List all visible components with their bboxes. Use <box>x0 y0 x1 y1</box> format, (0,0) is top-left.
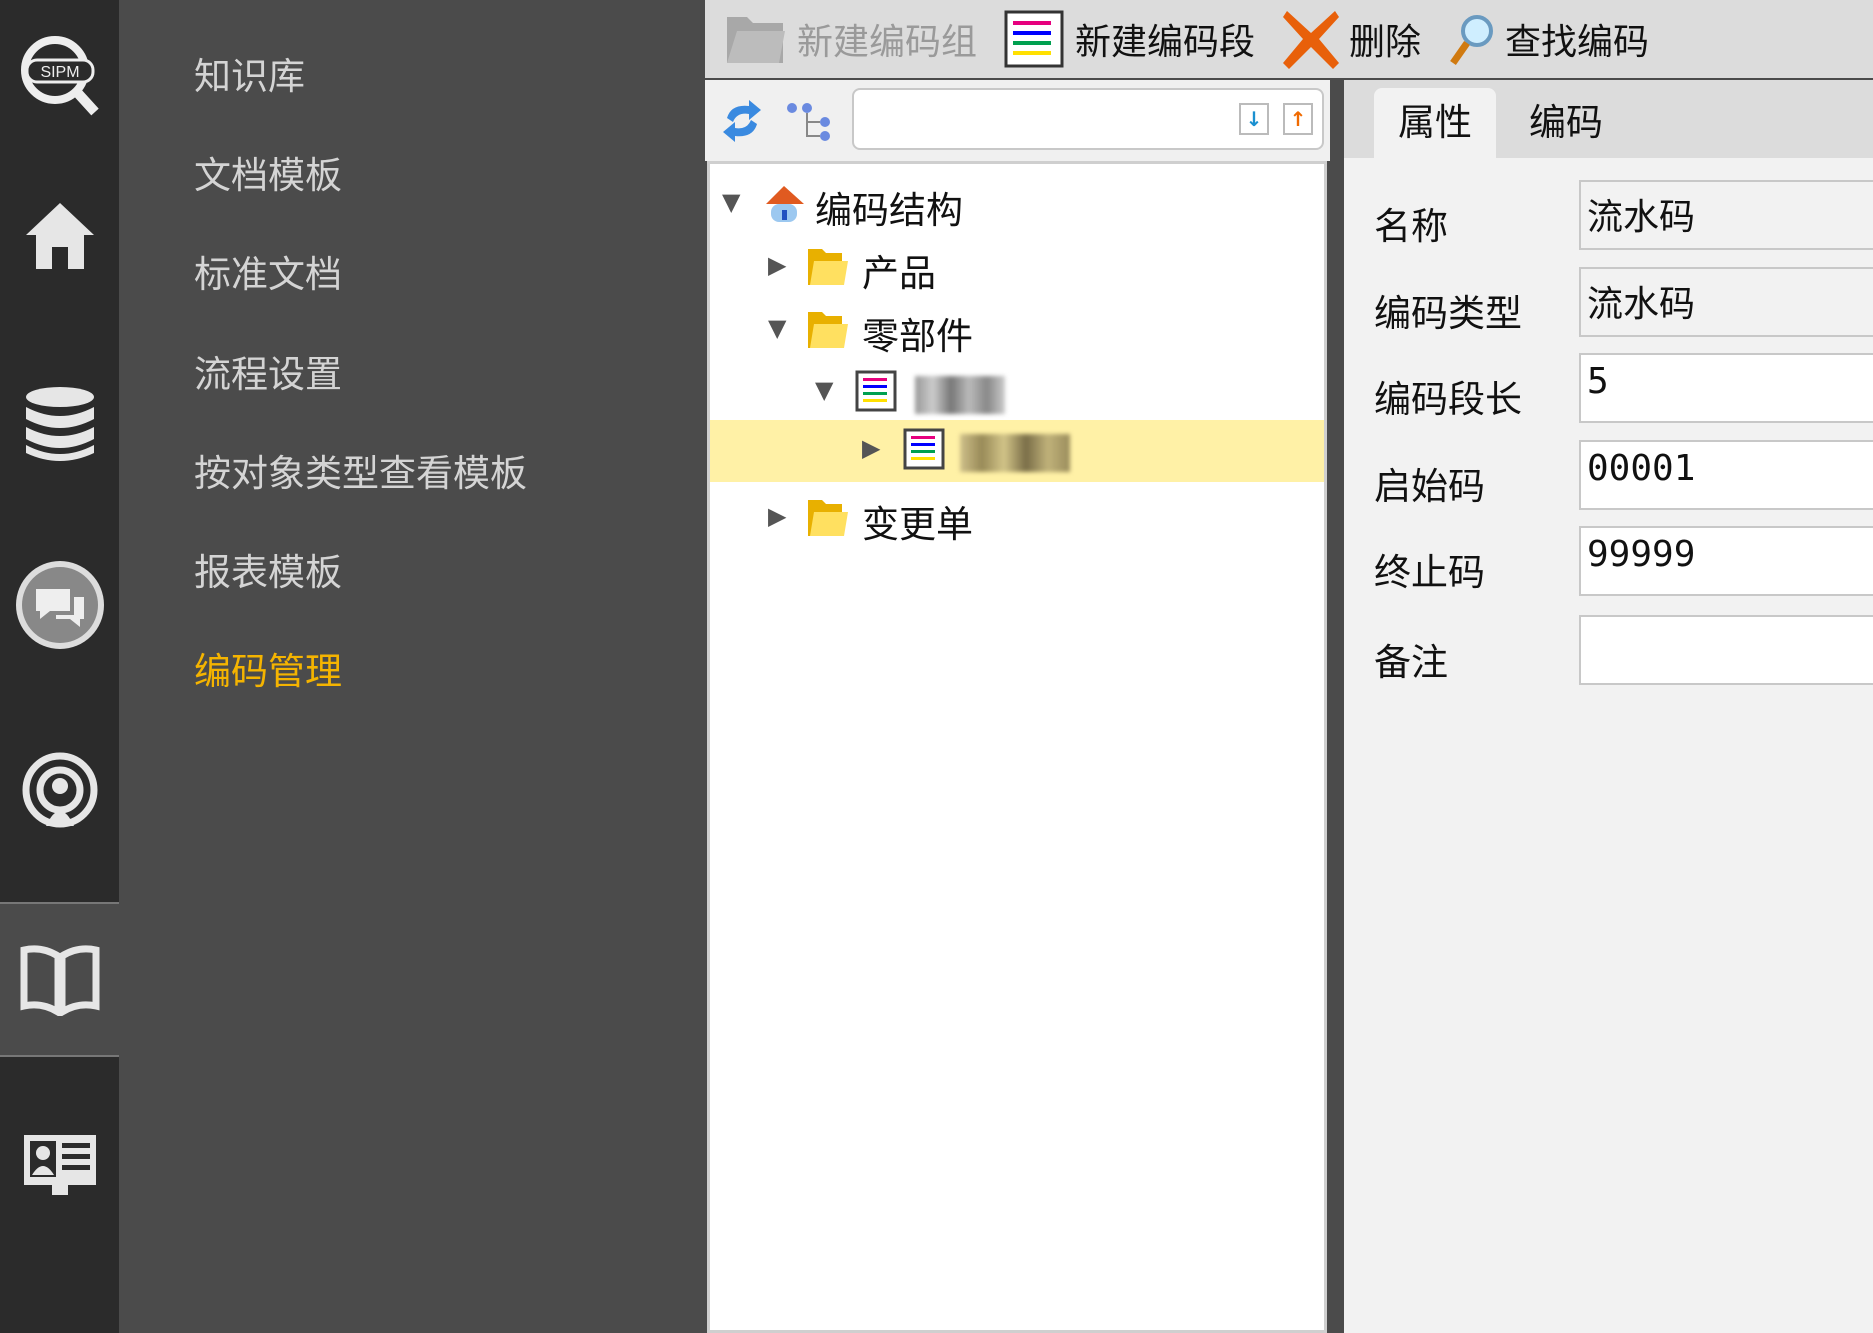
icon-sidebar: SIPM <box>0 0 119 1333</box>
expand-arrow-icon[interactable]: ▶ <box>768 502 786 530</box>
delete-x-icon <box>1283 11 1340 69</box>
new-code-segment-label: 新建编码段 <box>1075 22 1256 63</box>
new-code-group-button[interactable]: 新建编码组 <box>723 9 977 69</box>
code-type-field[interactable]: 流水码 <box>1579 267 1873 337</box>
code-segment-icon <box>1004 10 1064 68</box>
find-code-button[interactable]: 查找编码 <box>1447 11 1649 67</box>
menu-item-code-management[interactable]: 编码管理 <box>194 641 342 695</box>
tree-node-label: 零部件 <box>862 315 973 358</box>
segment-length-label: 编码段长 <box>1374 378 1522 421</box>
redacted-label <box>915 376 1005 414</box>
new-code-group-label: 新建编码组 <box>797 22 978 63</box>
tab-bar: 属性 编码 <box>1344 80 1873 158</box>
collapse-arrow-icon[interactable]: ▼ <box>815 376 833 404</box>
expand-arrow-icon[interactable]: ▶ <box>768 251 786 279</box>
sipm-logo-icon[interactable]: SIPM <box>0 0 119 150</box>
tree-node-label: 产品 <box>862 252 936 295</box>
start-code-field[interactable]: 00001 <box>1579 440 1873 510</box>
collapse-arrow-icon[interactable]: ▼ <box>722 188 740 216</box>
tree-toolbar: ↓ ↑ <box>705 80 1330 161</box>
toolbar: 新建编码组 新建编码段 删除 查找编码 <box>705 0 1873 78</box>
remarks-field[interactable] <box>1579 615 1873 685</box>
tree-node-label: 编码结构 <box>815 189 963 232</box>
menu-item-knowledge-base[interactable]: 知识库 <box>194 46 305 100</box>
delete-label: 删除 <box>1349 22 1422 63</box>
end-code-field[interactable]: 99999 <box>1579 526 1873 596</box>
book-icon[interactable] <box>0 902 119 1057</box>
search-previous-button[interactable]: ↑ <box>1283 103 1313 135</box>
folder-open-icon <box>808 312 848 348</box>
folder-icon <box>727 17 785 63</box>
collapse-arrow-icon[interactable]: ▼ <box>768 314 786 342</box>
name-label: 名称 <box>1374 205 1448 248</box>
tree-node-root[interactable]: ▼ 编码结构 <box>710 174 1324 236</box>
name-field[interactable]: 流水码 <box>1579 180 1873 250</box>
code-structure-tree: ▼ 编码结构 ▶ 产品 ▼ 零部件 ▼ ▶ ▶ 变更单 <box>707 161 1327 1333</box>
code-segment-icon <box>855 370 897 412</box>
find-code-label: 查找编码 <box>1505 22 1650 63</box>
magnifier-icon <box>1450 15 1494 66</box>
refresh-icon[interactable] <box>719 96 765 146</box>
home-icon[interactable] <box>0 160 119 310</box>
module-menu: 知识库 文档模板 标准文档 流程设置 按对象类型查看模板 报表模板 编码管理 <box>119 0 699 1333</box>
delete-button[interactable]: 删除 <box>1281 7 1421 71</box>
tree-node-code-segment-redacted-selected[interactable]: ▶ <box>710 420 1324 482</box>
tree-structure-icon[interactable] <box>785 100 833 142</box>
broadcast-icon[interactable] <box>0 715 119 865</box>
tree-node-change-orders[interactable]: ▶ 变更单 <box>710 488 1324 550</box>
remarks-label: 备注 <box>1374 641 1448 684</box>
menu-item-document-templates[interactable]: 文档模板 <box>194 145 342 199</box>
tree-node-label: 变更单 <box>862 503 973 546</box>
menu-item-workflow-settings[interactable]: 流程设置 <box>194 344 342 398</box>
folder-icon <box>808 249 848 285</box>
chat-icon[interactable] <box>0 530 119 680</box>
segment-length-field[interactable]: 5 <box>1579 353 1873 423</box>
svg-text:SIPM: SIPM <box>40 64 79 81</box>
tree-search-input[interactable]: ↓ ↑ <box>852 88 1324 150</box>
new-code-segment-button[interactable]: 新建编码段 <box>1003 9 1255 69</box>
menu-item-standard-documents[interactable]: 标准文档 <box>194 244 342 298</box>
start-code-label: 启始码 <box>1374 465 1485 508</box>
tree-node-parts[interactable]: ▼ 零部件 <box>710 300 1324 362</box>
home-node-icon <box>766 186 804 222</box>
redacted-label <box>960 434 1070 472</box>
tree-node-code-group-redacted[interactable]: ▼ <box>710 362 1324 424</box>
tree-node-products[interactable]: ▶ 产品 <box>710 237 1324 299</box>
properties-panel: 属性 编码 名称 流水码 编码类型 流水码 编码段长 5 启始码 00001 终… <box>1344 80 1873 1333</box>
folder-icon <box>808 500 848 536</box>
search-next-button[interactable]: ↓ <box>1239 103 1269 135</box>
menu-item-report-templates[interactable]: 报表模板 <box>194 542 342 596</box>
id-card-icon[interactable] <box>0 1090 119 1240</box>
database-icon[interactable] <box>0 350 119 500</box>
tab-code[interactable]: 编码 <box>1505 88 1627 158</box>
expand-arrow-icon[interactable]: ▶ <box>862 434 880 462</box>
code-type-label: 编码类型 <box>1374 292 1522 335</box>
menu-item-templates-by-object-type[interactable]: 按对象类型查看模板 <box>194 443 527 497</box>
end-code-label: 终止码 <box>1374 551 1485 594</box>
code-segment-icon <box>903 428 945 470</box>
tab-properties[interactable]: 属性 <box>1374 88 1496 158</box>
